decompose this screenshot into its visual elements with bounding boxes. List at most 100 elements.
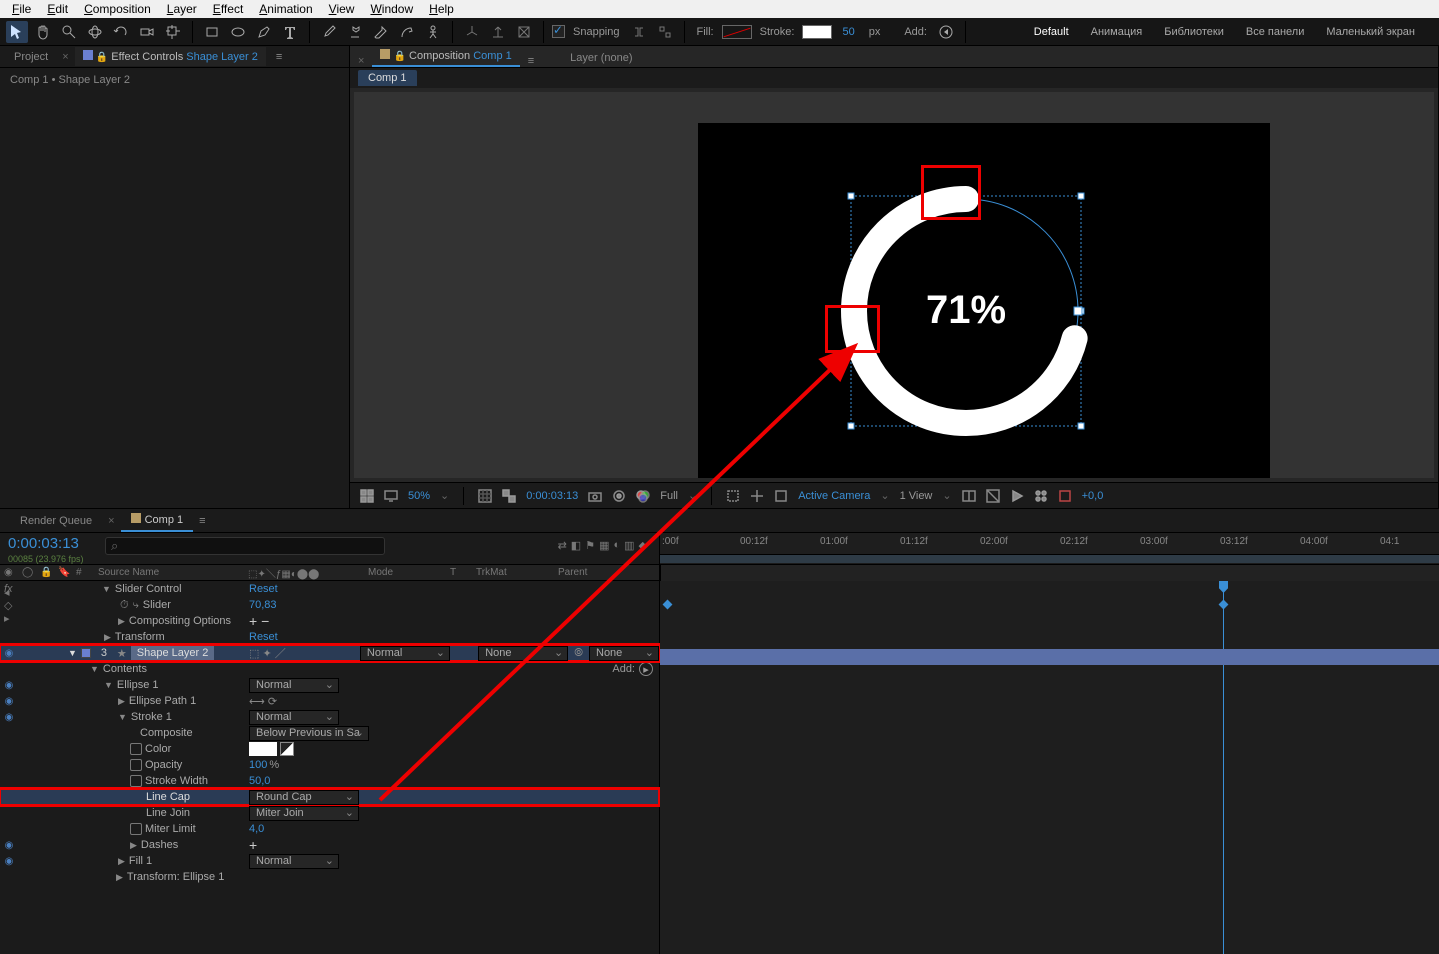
view-axis-icon[interactable] <box>513 21 535 43</box>
roto-tool[interactable] <box>396 21 418 43</box>
timeline-graph[interactable]: /* decorative only */ <box>660 581 1439 954</box>
line-join-dropdown[interactable]: Miter Join <box>249 806 359 821</box>
snapshot-icon[interactable] <box>588 489 602 503</box>
guides-icon[interactable] <box>774 489 788 503</box>
effect-controls-tab[interactable]: 🔒 Effect Controls Shape Layer 2 <box>75 47 266 66</box>
composite-dropdown[interactable]: Below Previous in Sa <box>249 726 369 741</box>
keyframe[interactable] <box>663 600 673 610</box>
text-tool[interactable] <box>279 21 301 43</box>
brainstorm-icon[interactable]: ◆ <box>639 539 647 552</box>
miter-value[interactable]: 4,0 <box>249 823 264 835</box>
row-shape-layer-2[interactable]: ◉ ▼ 3 ★ Shape Layer 2 ⬚ ✦ ／ Normal None … <box>0 645 659 661</box>
show-snapshot-icon[interactable] <box>612 489 626 503</box>
graph-editor-icon[interactable]: ▥ <box>624 539 634 552</box>
reset-link[interactable]: Reset <box>249 631 278 643</box>
frame-blend-icon[interactable]: ▦ <box>599 539 609 552</box>
timeline-comp-tab[interactable]: Comp 1 <box>121 509 194 532</box>
row-ellipse-1[interactable]: ◉▼ Ellipse 1 Normal <box>0 677 659 693</box>
line-cap-dropdown[interactable]: Round Cap <box>249 790 359 805</box>
brush-tool[interactable] <box>318 21 340 43</box>
motion-blur-icon[interactable]: ◐ <box>613 539 620 552</box>
draft3d-icon[interactable]: ◧ <box>571 539 581 552</box>
hand-tool[interactable] <box>32 21 54 43</box>
render-queue-tab[interactable]: Render Queue <box>10 511 102 531</box>
selection-tool[interactable] <box>6 21 28 43</box>
stopwatch-icon[interactable] <box>130 775 142 787</box>
snapping-checkbox[interactable] <box>552 25 565 38</box>
clone-tool[interactable] <box>344 21 366 43</box>
strokewidth-value[interactable]: 50,0 <box>249 775 270 787</box>
row-miter-limit[interactable]: Miter Limit 4,0 <box>0 821 659 837</box>
row-transform-ellipse[interactable]: ▶ Transform: Ellipse 1 <box>0 869 659 885</box>
rect-tool[interactable] <box>201 21 223 43</box>
menu-view[interactable]: View <box>321 2 363 16</box>
orig-color-icon[interactable] <box>280 742 294 756</box>
label-color[interactable] <box>81 648 91 658</box>
snap-edge-icon[interactable] <box>654 21 676 43</box>
viewlayout-icon[interactable] <box>962 489 976 503</box>
layer-outline[interactable]: fx ▼ Slider Control Reset ◂ ◇ ▸ ⏱⤷ Slide… <box>0 581 660 954</box>
menu-window[interactable]: Window <box>362 2 421 16</box>
exposure-value[interactable]: +0,0 <box>1082 490 1104 502</box>
row-contents[interactable]: ▼ Contents Add:▸ <box>0 661 659 677</box>
workspace-libraries[interactable]: Библиотеки <box>1164 26 1224 38</box>
effect-target-link[interactable]: Shape Layer 2 <box>186 51 258 63</box>
row-stroke-1[interactable]: ◉▼ Stroke 1 Normal <box>0 709 659 725</box>
snap-opt-icon[interactable] <box>628 21 650 43</box>
workspace-animation[interactable]: Анимация <box>1091 26 1143 38</box>
layer-bar[interactable] <box>660 649 1439 665</box>
eraser-tool[interactable] <box>370 21 392 43</box>
row-fill-1[interactable]: ◉▶ Fill 1 Normal <box>0 853 659 869</box>
footer-timecode[interactable]: 0:00:03:13 <box>526 490 578 502</box>
keyframe[interactable] <box>1219 600 1229 610</box>
ellipse-tool[interactable] <box>227 21 249 43</box>
stroke-swatch[interactable] <box>802 25 832 39</box>
channel-icon[interactable] <box>636 489 650 503</box>
composition-name-link[interactable]: Comp 1 <box>473 50 512 62</box>
row-line-join[interactable]: Line Join Miter Join <box>0 805 659 821</box>
menu-help[interactable]: Help <box>421 2 462 16</box>
row-composite[interactable]: Composite Below Previous in Sa <box>0 725 659 741</box>
menu-edit[interactable]: Edit <box>39 2 76 16</box>
project-tab[interactable]: Project <box>6 48 56 66</box>
composition-tab[interactable]: 🔒 Composition Comp 1 <box>372 46 519 67</box>
viewport[interactable]: 71% <box>354 92 1434 478</box>
stopwatch-icon[interactable] <box>130 743 142 755</box>
opacity-value[interactable]: 100 <box>249 759 267 771</box>
fill-mode-dropdown[interactable]: Normal <box>249 854 339 869</box>
parent-dropdown[interactable]: None <box>589 646 659 661</box>
row-slider-control[interactable]: fx ▼ Slider Control Reset <box>0 581 659 597</box>
row-ellipse-path[interactable]: ◉▶ Ellipse Path 1 ⟷ ⟳ <box>0 693 659 709</box>
work-area-bar[interactable] <box>660 555 1439 563</box>
timeline-icon[interactable] <box>1034 489 1048 503</box>
res-auto-icon[interactable] <box>478 489 492 503</box>
workspace-allpanels[interactable]: Все панели <box>1246 26 1304 38</box>
visibility-toggle[interactable]: ◉ <box>0 648 18 659</box>
row-slider[interactable]: ◂ ◇ ▸ ⏱⤷ Slider 70,83 <box>0 597 659 613</box>
ellipse-mode-dropdown[interactable]: Normal <box>249 678 339 693</box>
world-axis-icon[interactable] <box>487 21 509 43</box>
menu-animation[interactable]: Animation <box>251 2 320 16</box>
menu-layer[interactable]: Layer <box>159 2 205 16</box>
add-content-button[interactable]: ▸ <box>639 662 653 676</box>
puppet-tool[interactable] <box>422 21 444 43</box>
comp-subtab[interactable]: Comp 1 <box>358 70 417 86</box>
track-matte-dropdown[interactable]: None <box>478 646 568 661</box>
row-stroke-width[interactable]: Stroke Width 50,0 <box>0 773 659 789</box>
fill-swatch[interactable] <box>722 25 752 39</box>
add-shape-button[interactable] <box>935 21 957 43</box>
grid-icon[interactable] <box>360 489 374 503</box>
time-ruler[interactable]: :00f 00:12f 01:00f 01:12f 02:00f 02:12f … <box>660 533 1439 555</box>
monitor-icon[interactable] <box>384 489 398 503</box>
workspace-default[interactable]: Default <box>1034 26 1069 38</box>
row-transform[interactable]: ▶ Transform Reset <box>0 629 659 645</box>
layer-tab[interactable]: Layer (none) <box>562 49 640 67</box>
blend-mode-dropdown[interactable]: Normal <box>360 646 450 661</box>
local-axis-icon[interactable] <box>461 21 483 43</box>
row-opacity[interactable]: Opacity 100% <box>0 757 659 773</box>
workspace-smallscreen[interactable]: Маленький экран <box>1326 26 1415 38</box>
transparency-icon[interactable] <box>502 489 516 503</box>
roi-icon[interactable] <box>726 489 740 503</box>
layer-name[interactable]: Shape Layer 2 <box>131 646 215 660</box>
stroke-mode-dropdown[interactable]: Normal <box>249 710 339 725</box>
